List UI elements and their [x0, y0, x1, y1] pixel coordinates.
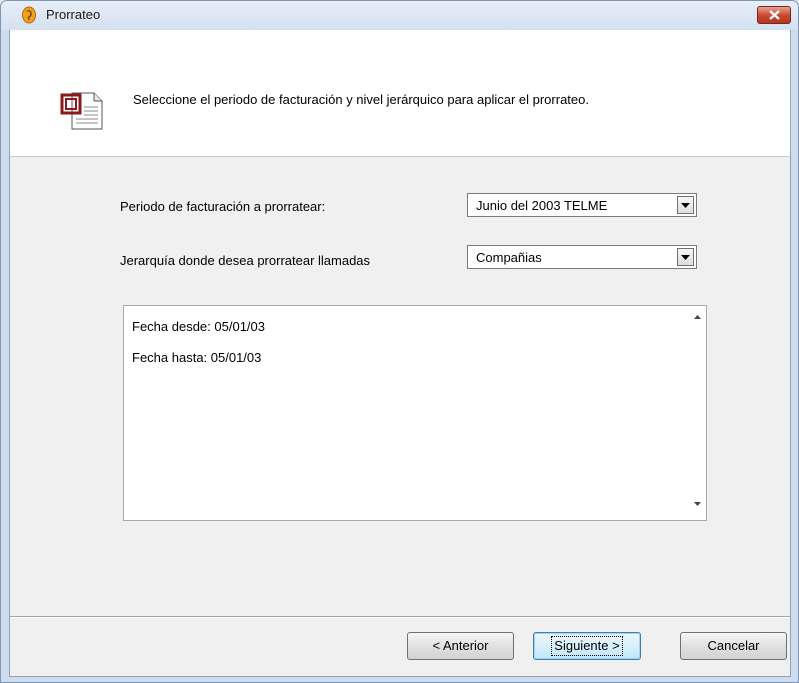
scroll-down-icon[interactable]	[694, 502, 701, 506]
back-button[interactable]: < Anterior	[407, 632, 514, 660]
hierarchy-value: Compañias	[476, 250, 542, 265]
title-bar[interactable]: Prorrateo	[1, 1, 798, 30]
ear-icon	[22, 6, 36, 24]
vertical-scrollbar[interactable]	[689, 306, 706, 520]
chevron-down-icon	[681, 203, 690, 208]
instruction-text: Seleccione el periodo de facturación y n…	[133, 92, 589, 107]
hierarchy-dropdown-button[interactable]	[677, 248, 694, 266]
date-to-text: Fecha hasta: 05/01/03	[132, 350, 262, 365]
period-dropdown[interactable]: Junio del 2003 TELME	[467, 193, 697, 217]
date-from-text: Fecha desde: 05/01/03	[132, 319, 265, 334]
scroll-up-icon[interactable]	[694, 315, 701, 319]
window-title: Prorrateo	[46, 7, 101, 22]
period-label: Periodo de facturación a prorratear:	[120, 199, 326, 214]
prorrateo-window: Prorrateo Seleccione el periodo de factu…	[0, 0, 799, 683]
hierarchy-label: Jerarquía donde desea prorratear llamada…	[120, 253, 371, 268]
document-icon	[60, 92, 103, 130]
details-textbox[interactable]: Fecha desde: 05/01/03 Fecha hasta: 05/01…	[123, 305, 707, 521]
next-button[interactable]: Siguiente >	[533, 632, 641, 660]
hierarchy-dropdown[interactable]: Compañias	[467, 245, 697, 269]
period-dropdown-button[interactable]	[677, 196, 694, 214]
frame-bottom	[9, 676, 791, 677]
frame-right	[790, 30, 791, 676]
period-value: Junio del 2003 TELME	[476, 198, 608, 213]
chevron-down-icon	[681, 255, 690, 260]
close-icon	[769, 10, 780, 20]
cancel-button[interactable]: Cancelar	[680, 632, 787, 660]
close-button[interactable]	[757, 6, 791, 24]
next-button-label: Siguiente >	[551, 636, 623, 656]
wizard-footer	[10, 618, 790, 676]
